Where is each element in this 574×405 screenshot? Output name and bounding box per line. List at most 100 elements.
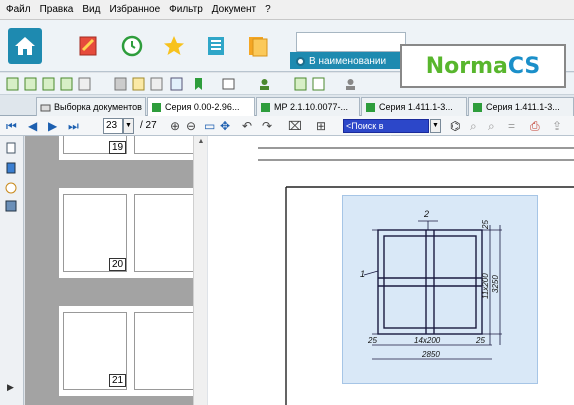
print-icon[interactable]: ⎙ [530,119,540,134]
dim-bottom-left: 25 [367,336,377,345]
pages-icon[interactable] [5,142,17,154]
doc-green-icon[interactable] [60,77,73,91]
doc-icon [152,102,161,112]
dim-bottom-right: 25 [475,336,485,345]
prev-page-icon[interactable]: ◀ [28,119,37,133]
radio-dot-icon [296,57,305,66]
image-icon[interactable] [5,200,17,212]
thumb-sheet [134,136,193,154]
doc-icon [366,102,375,112]
menu-favorites[interactable]: Избранное [109,4,160,15]
zoom-out-icon[interactable]: ⊖ [186,119,196,133]
find-prev-icon[interactable]: ⌕ [488,119,495,134]
history-icon[interactable] [120,34,144,58]
menu-edit[interactable]: Правка [40,4,74,15]
last-page-icon[interactable]: ⏭ [68,119,79,134]
equals-icon[interactable]: = [508,119,515,133]
home-button[interactable] [8,28,42,64]
navigation-toolbar: ⏮ ◀ ▶ ⏭ 23 ▼ / 27 ⊕ ⊖ ▭ ✥ ↶ ↷ ⌧ ⊞ <Поиск… [0,116,574,143]
menu-view[interactable]: Вид [82,4,100,15]
logo-part-cs: CS [507,53,541,79]
tab-series-1-411-a[interactable]: Серия 1.411.1-3... [361,97,467,116]
people-icon[interactable] [258,77,271,91]
tab-mr-2-1-10[interactable]: МР 2.1.10.0077-... [256,97,360,116]
document-viewer[interactable]: 2 1 25 11x200 3250 25 14x200 25 2850 [208,136,574,405]
thumbnail-page[interactable] [59,306,193,396]
dim-right-top: 25 [481,220,490,230]
technical-drawing: 2 1 25 11x200 3250 25 14x200 25 2850 [360,209,502,360]
rotate-right-icon[interactable]: ↷ [262,119,272,133]
search-mode-label: В наименовании [309,56,387,67]
history-small-icon[interactable] [5,182,17,194]
bookmark-icon[interactable] [192,77,205,91]
first-page-icon[interactable]: ⏮ [6,119,17,134]
search-input[interactable] [296,32,406,52]
thumb-sheet [134,194,193,272]
doc-green-icon[interactable] [42,77,55,91]
printer-icon [40,104,51,111]
document-search-input[interactable]: <Поиск в документе> [343,119,429,143]
menu-help[interactable]: ? [265,4,271,15]
tab-series-0-00[interactable]: Серия 0.00-2.96... [147,97,255,116]
check-doc-icon[interactable] [294,77,307,91]
fit-width-icon[interactable]: ▭ [204,119,215,133]
tab-document-selection[interactable]: Выборка документов [36,97,146,116]
thumbnails-panel[interactable]: 19 20 21 [25,136,193,405]
page-number-label: 20 [109,258,126,271]
thumbnail-page[interactable] [59,188,193,278]
scroll-up-icon[interactable]: ▲ [196,138,206,148]
page-total: / 27 [140,120,157,131]
drawing-label-left: 1 [360,269,365,279]
document-tabs: Выборка документов Серия 0.00-2.96... МР… [0,95,574,116]
page-number-label: 19 [109,141,126,154]
thumbnail-page[interactable] [59,136,193,160]
tab-label: МР 2.1.10.0077-... [274,102,349,112]
page-dropdown-icon[interactable]: ▼ [123,118,134,134]
doc-green-icon[interactable] [6,77,19,91]
zoom-in-icon[interactable]: ⊕ [170,119,180,133]
menu-file[interactable]: Файл [6,4,31,15]
search-mode-radio[interactable]: В наименовании [296,56,386,67]
find-next-icon[interactable]: ⌕ [470,119,477,134]
table-icon[interactable] [312,77,325,91]
panel-collapse-icon[interactable]: ▶ [7,382,14,393]
search-dropdown-icon[interactable]: ▼ [430,119,441,133]
doc-icon [261,102,270,112]
select-icon[interactable]: ⌧ [288,119,302,133]
binoculars-icon[interactable]: ⌬ [450,119,460,133]
main-toolbar: В наименовании Norma CS [0,20,574,88]
text-icon[interactable] [222,77,235,91]
export-icon[interactable]: ⇪ [552,119,562,133]
thumbnails-scrollbar[interactable]: ▲ [193,136,207,405]
dim-bottom-inner: 14x200 [414,336,441,345]
doc-view-icon[interactable] [170,77,183,91]
fit-page-icon[interactable]: ✥ [220,119,230,133]
logo-part-norma: Norma [425,53,508,79]
tab-label: Серия 1.411.1-3... [486,102,560,112]
dim-right-mid: 11x200 [481,273,490,299]
tab-series-1-411-b[interactable]: Серия 1.411.1-3... [468,97,574,116]
page-number-input[interactable]: 23 [103,118,123,134]
doc-green-icon[interactable] [24,77,37,91]
menu-filter[interactable]: Фильтр [169,4,203,15]
home-icon [15,37,35,55]
doc-grey-icon[interactable] [114,77,127,91]
folder-icon[interactable] [246,34,270,58]
doc-dropdown-icon[interactable] [150,77,163,91]
rotate-left-icon[interactable]: ↶ [242,119,252,133]
tab-label: Серия 0.00-2.96... [165,102,240,112]
add-icon[interactable]: ⊞ [316,119,326,133]
drawing-label-top: 2 [423,209,429,219]
menu-document[interactable]: Документ [212,4,256,15]
side-panel-strip: ▶ [0,136,24,405]
next-page-icon[interactable]: ▶ [48,119,57,133]
tab-label: Выборка документов [54,102,142,112]
thumbnails-icon[interactable] [5,162,17,174]
catalog-icon[interactable] [204,34,228,58]
doc-yellow-icon[interactable] [132,77,145,91]
dim-bottom-total: 2850 [421,350,440,359]
doc-grey-icon[interactable] [78,77,91,91]
notes-icon[interactable] [76,34,100,58]
star-icon[interactable] [162,34,186,58]
users-icon[interactable] [344,77,357,91]
